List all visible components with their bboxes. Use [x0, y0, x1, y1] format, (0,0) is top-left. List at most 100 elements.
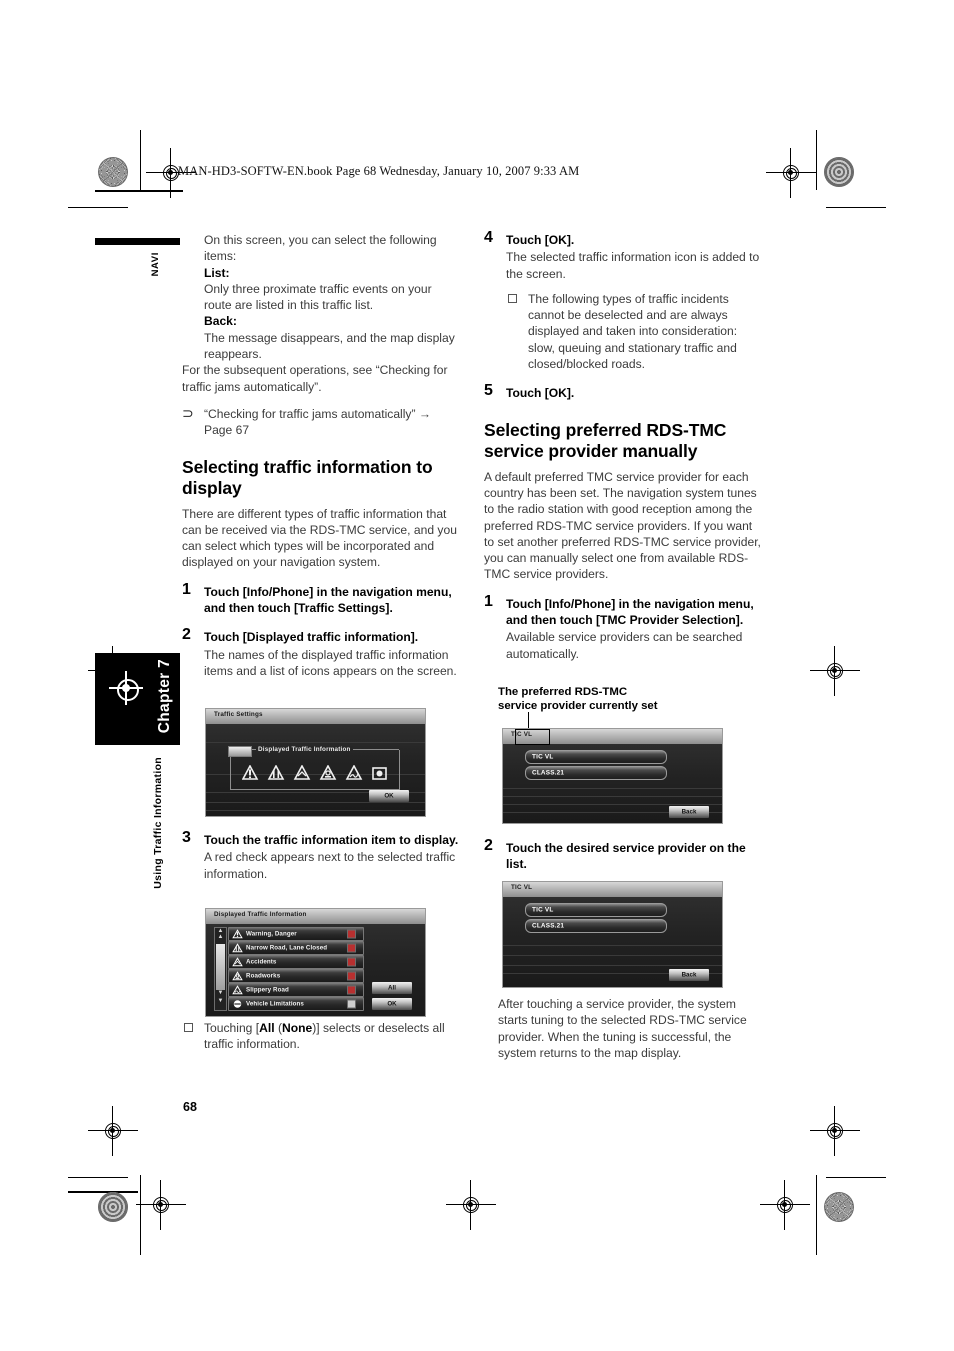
roadworks-triangle-icon [319, 765, 337, 780]
provider-label: TIC VL [532, 753, 554, 761]
left-text-column-lower: 3 Touch the traffic information item to … [182, 829, 460, 882]
step-2-right: 2 Touch the desired service provider on … [484, 837, 762, 873]
ok-button-label: OK [387, 1000, 397, 1008]
callout-label-line1: The preferred RDS-TMC [498, 686, 628, 698]
step-title: Touch [Info/Phone] in the navigation men… [506, 596, 754, 628]
note-text-mid: ( [274, 1021, 282, 1035]
check-indicator [347, 929, 356, 939]
note-text-none: None [282, 1021, 313, 1035]
step-number: 5 [484, 382, 493, 400]
note-text: The following types of traffic incidents… [528, 291, 738, 372]
ok-button-label: OK [384, 792, 394, 800]
provider-list-item[interactable]: CLASS.21 [525, 919, 667, 933]
all-button[interactable]: All [372, 982, 412, 994]
rule-bottom-left [68, 1191, 138, 1193]
crop-mark-left-v2 [140, 1175, 141, 1255]
list-item[interactable]: Slippery Road [228, 983, 364, 997]
navi-tab-label: NAVI [150, 252, 161, 277]
callout-label-line2: service provider currently set [498, 700, 658, 712]
step-2-left: 2 Touch [Displayed traffic information].… [182, 627, 460, 679]
screen-body: TIC VL CLASS.21 Back [503, 897, 722, 987]
provider-list-item[interactable]: TIC VL [525, 903, 667, 917]
closing-paragraph: After touching a service provider, the s… [498, 997, 747, 1060]
list-item-label: Slippery Road [246, 986, 289, 994]
step-body: Available service providers can be searc… [506, 630, 743, 661]
list-scrollbar[interactable]: ▲ ▲ ▼ ▼ [214, 927, 227, 1011]
right-closing-block: After touching a service provider, the s… [498, 996, 763, 1061]
chapter-tab-label: Chapter 7 [156, 659, 173, 734]
list-item[interactable]: Vehicle Limitations [228, 997, 364, 1011]
step-title: Touch [Displayed traffic information]. [204, 630, 419, 645]
warning-triangle-icon [267, 765, 285, 780]
narrow-road-triangle-icon [232, 943, 243, 953]
scroll-down-arrow-icon[interactable]: ▼ [215, 990, 226, 996]
step-1-right: 1 Touch [Info/Phone] in the navigation m… [484, 593, 762, 662]
back-button-label: Back [681, 971, 697, 979]
screenshot-traffic-settings: Traffic Settings Displayed Traffic Infor… [205, 708, 426, 817]
book-header-info: MAN-HD3-SOFTW-EN.book Page 68 Wednesday,… [178, 164, 580, 178]
registration-mark-bottom-right [760, 1180, 810, 1230]
section-heading-rds-tmc: Selecting preferred RDS-TMC service prov… [484, 419, 727, 461]
scroll-down-arrow-icon-2[interactable]: ▼ [215, 998, 226, 1004]
manual-page: MAN-HD3-SOFTW-EN.book Page 68 Wednesday,… [0, 0, 954, 1351]
note-all-none: Touching [All (None)] selects or deselec… [182, 1020, 460, 1053]
provider-label: CLASS.21 [532, 922, 565, 930]
check-indicator [347, 943, 356, 953]
registration-mark-chapter [109, 671, 143, 705]
reference-arrow-icon: ⊃ [182, 404, 194, 421]
screen-body: Displayed Traffic Information OK [206, 724, 425, 816]
screen-body: ▲ ▲ ▼ ▼ Warning, Danger Narrow Road, Lan… [206, 924, 425, 1016]
step-title: Touch [OK]. [506, 233, 575, 247]
density-patch-bottom-left [98, 1192, 128, 1222]
back-term: Back: [204, 314, 237, 329]
running-section-title: Using Traffic Information [152, 757, 164, 889]
right-text-column: 4 Touch [OK]. The selected traffic infor… [484, 229, 762, 662]
slippery-triangle-icon [345, 765, 363, 780]
list-item[interactable]: Narrow Road, Lane Closed [228, 941, 364, 955]
right-text-column-lower: 2 Touch the desired service provider on … [484, 837, 762, 873]
provider-label: TIC VL [532, 906, 554, 914]
screen-body: TIC VL CLASS.21 Back [503, 744, 722, 823]
step-body: The selected traffic information icon is… [506, 250, 760, 281]
step-body: The names of the displayed traffic infor… [204, 647, 457, 678]
all-button-label: All [388, 984, 396, 992]
step-number: 1 [182, 580, 191, 598]
slippery-road-triangle-icon [232, 985, 243, 995]
vehicle-limitations-icon [233, 1000, 242, 1008]
screen-title: TIC VL [511, 884, 533, 891]
back-button[interactable]: Back [669, 806, 709, 818]
callout-leader-line [528, 712, 530, 728]
step-number: 4 [484, 229, 493, 246]
step-body: A red check appears next to the selected… [204, 850, 456, 881]
group-tab-handle [228, 746, 252, 757]
list-item[interactable]: Roadworks [228, 969, 364, 983]
screenshot-displayed-traffic-information: Displayed Traffic Information ▲ ▲ ▼ ▼ Wa… [205, 908, 426, 1017]
vehicle-limitation-icon [372, 767, 387, 780]
accident-triangle-icon [232, 957, 243, 967]
chapter-tab: Chapter 7 [95, 653, 180, 745]
warning-triangle-icon [232, 929, 243, 939]
registration-mark-bottom-center [446, 1180, 496, 1230]
ok-button[interactable]: OK [372, 998, 412, 1010]
provider-list-item[interactable]: CLASS.21 [525, 766, 667, 780]
step-5-right: 5 Touch [OK]. [484, 382, 762, 401]
page-number: 68 [183, 1100, 197, 1114]
step-1-left: 1 Touch [Info/Phone] in the navigation m… [182, 580, 460, 617]
note-bullet-icon [508, 293, 517, 303]
ok-button[interactable]: OK [369, 790, 409, 802]
note-bullet-icon [184, 1023, 193, 1032]
registration-mark-mid-right [810, 646, 860, 696]
list-item[interactable]: Warning, Danger [228, 927, 364, 941]
provider-list-item[interactable]: TIC VL [525, 750, 667, 764]
step-title: Touch [Info/Phone] in the navigation men… [204, 584, 452, 616]
intro-paragraph: On this screen, you can select the follo… [204, 233, 437, 264]
registration-mark-lower-right [810, 1106, 860, 1156]
section-body-traffic-info: There are different types of traffic inf… [182, 506, 457, 570]
scroll-up-arrow-icon-2[interactable]: ▲ [215, 934, 226, 940]
list-item-label: Vehicle Limitations [246, 1000, 304, 1008]
scrollbar-thumb[interactable] [216, 944, 225, 990]
list-item[interactable]: Accidents [228, 955, 364, 969]
back-button[interactable]: Back [669, 969, 709, 981]
left-text-column: On this screen, you can select the follo… [182, 232, 460, 679]
check-indicator [347, 985, 356, 995]
